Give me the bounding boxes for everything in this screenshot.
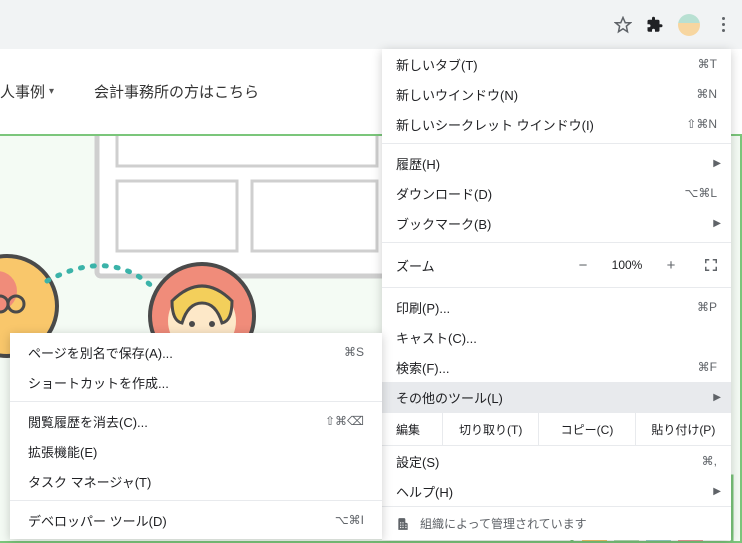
- menu-help-label: ヘルプ(H): [396, 482, 717, 501]
- menu-zoom-label: ズーム: [396, 256, 563, 275]
- submenu-create-shortcut-label: ショートカットを作成...: [28, 373, 364, 392]
- menu-downloads-shortcut: ⌥⌘L: [684, 186, 717, 200]
- menu-downloads-label: ダウンロード(D): [396, 184, 684, 203]
- submenu-clear-data-label: 閲覧履歴を消去(C)...: [28, 412, 325, 431]
- chevron-down-icon: ▾: [49, 86, 54, 97]
- menu-print[interactable]: 印刷(P)... ⌘P: [382, 292, 731, 322]
- bookmark-star-icon[interactable]: [614, 16, 632, 34]
- nav-accounting-label: 会計事務所の方はこちら: [94, 81, 259, 102]
- menu-more-tools[interactable]: その他のツール(L) ▶: [382, 382, 731, 412]
- menu-settings-label: 設定(S): [396, 452, 702, 471]
- menu-managed[interactable]: 組織によって管理されています: [382, 506, 731, 540]
- submenu-dev-tools-label: デベロッパー ツール(D): [28, 511, 335, 530]
- menu-settings-shortcut: ⌘,: [702, 454, 717, 468]
- menu-separator: [10, 500, 382, 501]
- chrome-more-tools-submenu: ページを別名で保存(A)... ⌘S ショートカットを作成... 閲覧履歴を消去…: [10, 333, 382, 539]
- nav-accounting[interactable]: 会計事務所の方はこちら: [94, 81, 259, 102]
- menu-new-tab-shortcut: ⌘T: [698, 57, 717, 71]
- submenu-create-shortcut[interactable]: ショートカットを作成...: [10, 367, 382, 397]
- submenu-extensions[interactable]: 拡張機能(E): [10, 436, 382, 466]
- nav-cases[interactable]: 人事例 ▾: [0, 81, 54, 102]
- menu-new-window-label: 新しいウインドウ(N): [396, 85, 696, 104]
- building-icon: [396, 517, 410, 531]
- submenu-save-as-shortcut: ⌘S: [344, 345, 364, 359]
- menu-edit-label: 編集: [382, 413, 442, 445]
- submenu-dev-tools-shortcut: ⌥⌘I: [335, 513, 364, 527]
- menu-find-label: 検索(F)...: [396, 358, 698, 377]
- menu-find-shortcut: ⌘F: [698, 360, 717, 374]
- zoom-value: 100%: [603, 258, 651, 272]
- kebab-menu-icon[interactable]: [714, 16, 732, 34]
- menu-help[interactable]: ヘルプ(H) ▶: [382, 476, 731, 506]
- submenu-task-manager[interactable]: タスク マネージャ(T): [10, 466, 382, 496]
- menu-new-tab-label: 新しいタブ(T): [396, 55, 698, 74]
- menu-history[interactable]: 履歴(H) ▶: [382, 148, 731, 178]
- menu-separator: [382, 143, 731, 144]
- menu-downloads[interactable]: ダウンロード(D) ⌥⌘L: [382, 178, 731, 208]
- fullscreen-button[interactable]: [691, 258, 731, 272]
- menu-bookmarks[interactable]: ブックマーク(B) ▶: [382, 208, 731, 238]
- zoom-in-button[interactable]: +: [651, 257, 691, 274]
- menu-separator: [10, 401, 382, 402]
- menu-history-label: 履歴(H): [396, 154, 717, 173]
- submenu-extensions-label: 拡張機能(E): [28, 442, 364, 461]
- menu-separator: [382, 287, 731, 288]
- menu-new-tab[interactable]: 新しいタブ(T) ⌘T: [382, 49, 731, 79]
- chrome-main-menu: 新しいタブ(T) ⌘T 新しいウインドウ(N) ⌘N 新しいシークレット ウイン…: [382, 49, 731, 540]
- browser-toolbar: [0, 0, 742, 49]
- menu-managed-label: 組織によって管理されています: [420, 515, 587, 532]
- menu-edit-row: 編集 切り取り(T) コピー(C) 貼り付け(P): [382, 412, 731, 446]
- menu-new-window[interactable]: 新しいウインドウ(N) ⌘N: [382, 79, 731, 109]
- zoom-out-button[interactable]: −: [563, 257, 603, 274]
- menu-zoom: ズーム − 100% +: [382, 247, 731, 283]
- menu-bookmarks-label: ブックマーク(B): [396, 214, 717, 233]
- submenu-task-manager-label: タスク マネージャ(T): [28, 472, 364, 491]
- menu-cut[interactable]: 切り取り(T): [442, 413, 538, 445]
- menu-new-incognito-label: 新しいシークレット ウインドウ(I): [396, 115, 686, 134]
- submenu-save-as-label: ページを別名で保存(A)...: [28, 343, 344, 362]
- extensions-puzzle-icon[interactable]: [646, 16, 664, 34]
- submenu-clear-data[interactable]: 閲覧履歴を消去(C)... ⇧⌘⌫: [10, 406, 382, 436]
- submenu-dev-tools[interactable]: デベロッパー ツール(D) ⌥⌘I: [10, 505, 382, 535]
- menu-more-tools-label: その他のツール(L): [396, 388, 717, 407]
- menu-settings[interactable]: 設定(S) ⌘,: [382, 446, 731, 476]
- menu-print-label: 印刷(P)...: [396, 298, 697, 317]
- submenu-arrow-icon: ▶: [713, 486, 721, 497]
- menu-cast[interactable]: キャスト(C)...: [382, 322, 731, 352]
- submenu-arrow-icon: ▶: [713, 392, 721, 403]
- menu-paste[interactable]: 貼り付け(P): [635, 413, 731, 445]
- submenu-arrow-icon: ▶: [713, 218, 721, 229]
- menu-separator: [382, 242, 731, 243]
- menu-new-window-shortcut: ⌘N: [696, 87, 717, 101]
- menu-print-shortcut: ⌘P: [697, 300, 717, 314]
- menu-copy[interactable]: コピー(C): [538, 413, 634, 445]
- profile-avatar[interactable]: [678, 14, 700, 36]
- submenu-arrow-icon: ▶: [713, 158, 721, 169]
- menu-new-incognito[interactable]: 新しいシークレット ウインドウ(I) ⇧⌘N: [382, 109, 731, 139]
- menu-new-incognito-shortcut: ⇧⌘N: [686, 117, 717, 131]
- nav-cases-label: 人事例: [0, 81, 45, 102]
- menu-find[interactable]: 検索(F)... ⌘F: [382, 352, 731, 382]
- menu-cast-label: キャスト(C)...: [396, 328, 717, 347]
- submenu-save-as[interactable]: ページを別名で保存(A)... ⌘S: [10, 337, 382, 367]
- submenu-clear-data-shortcut: ⇧⌘⌫: [325, 414, 364, 428]
